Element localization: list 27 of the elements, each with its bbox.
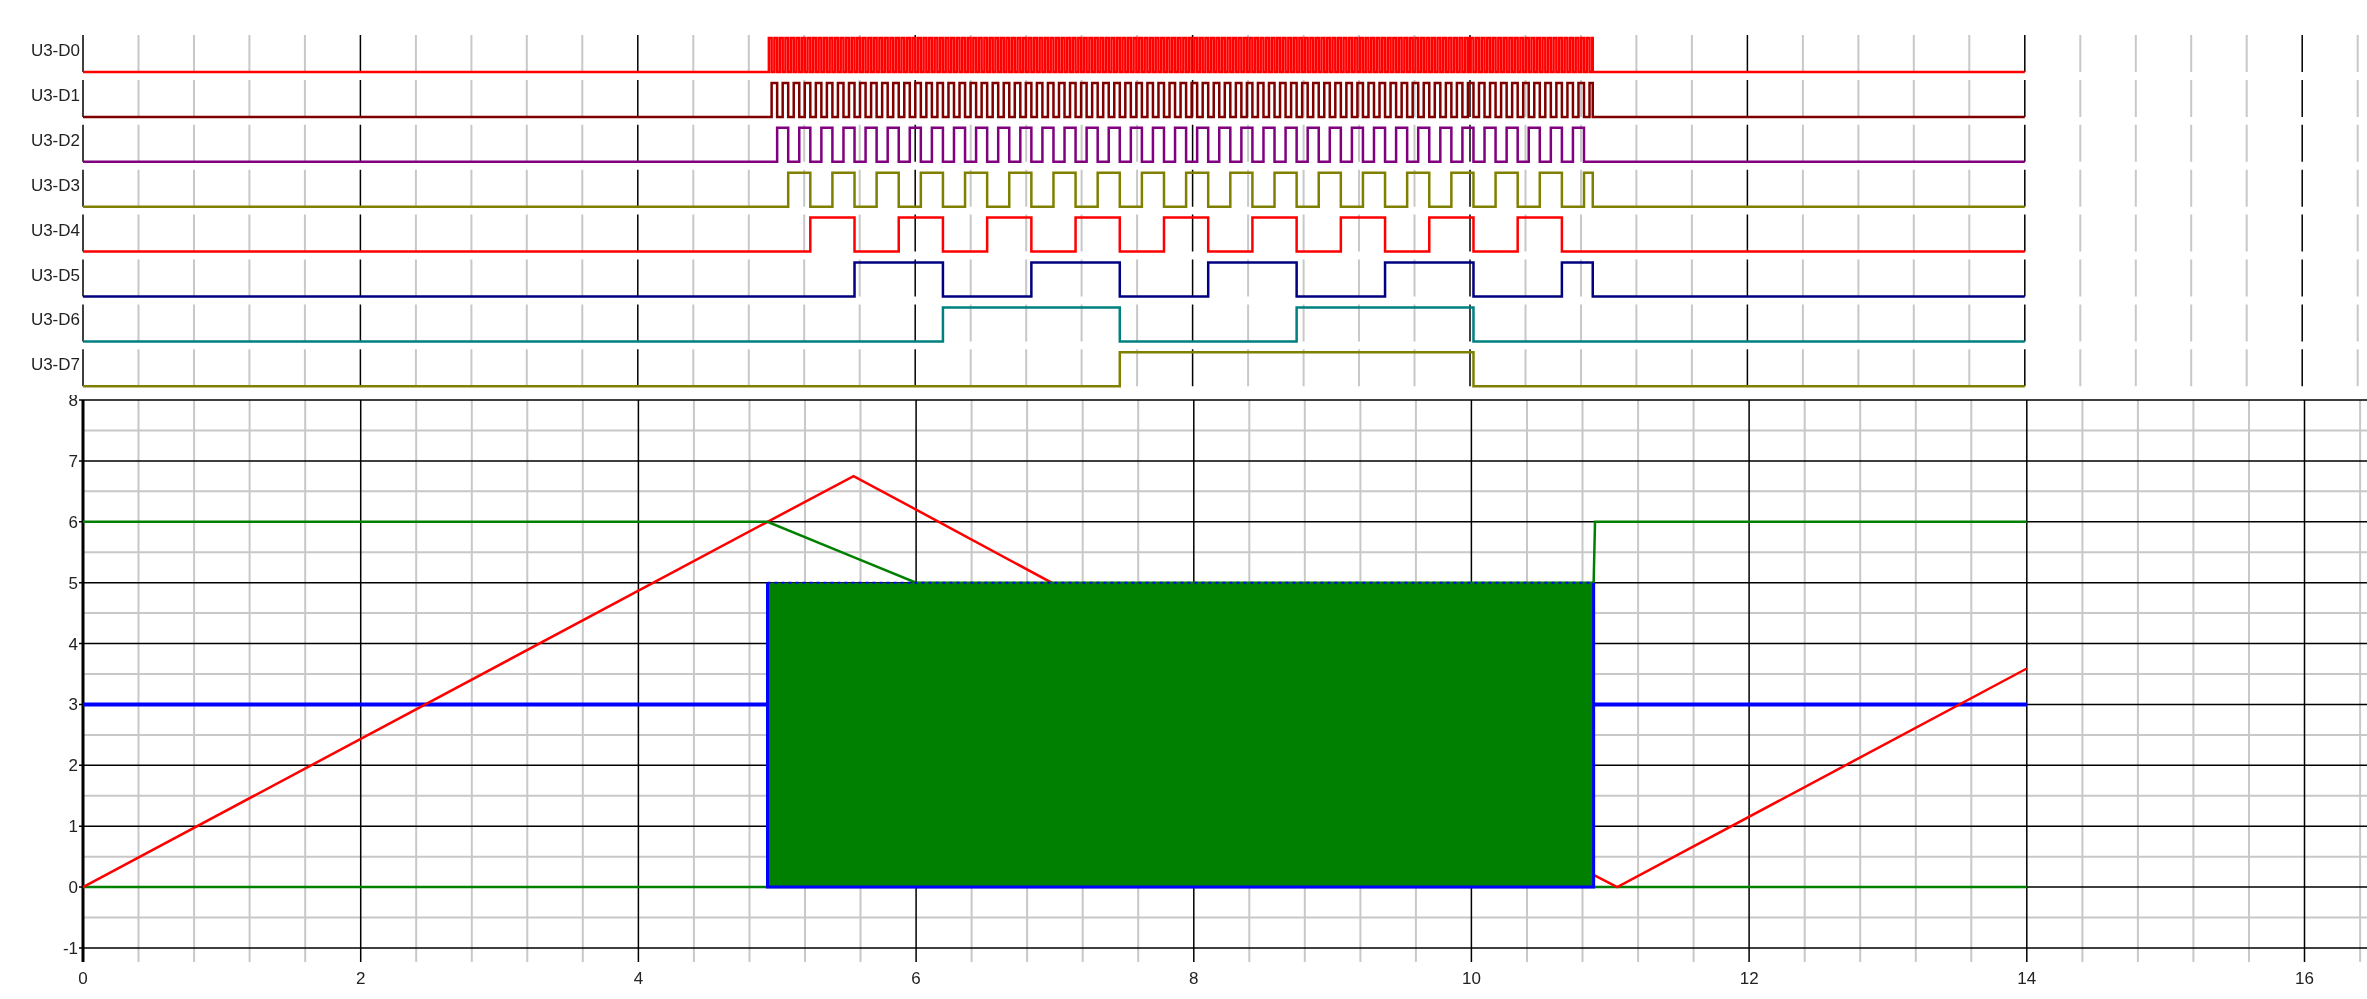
axis-tick-label: 0 bbox=[68, 878, 78, 898]
trace-label: U3-D3 bbox=[30, 175, 80, 195]
trace-label: U3-D0 bbox=[30, 41, 80, 60]
axis-tick-label: 16 bbox=[2295, 969, 2314, 988]
axis-tick-label: 2 bbox=[355, 969, 366, 988]
axis-tick-label: 2 bbox=[68, 756, 78, 776]
axis-tick-label: 8 bbox=[1189, 969, 1199, 988]
axis-tick-label: 5 bbox=[68, 573, 78, 593]
axis-tick-label: 12 bbox=[1739, 969, 1759, 988]
axis-tick-label: 1 bbox=[68, 817, 78, 837]
axis-tick-label: 4 bbox=[633, 969, 644, 988]
trace-label: U3-D4 bbox=[30, 220, 80, 240]
trace-label: U3-D6 bbox=[30, 310, 80, 330]
trace-label: U3-D1 bbox=[30, 85, 80, 105]
axis-tick-label: 8 bbox=[68, 395, 78, 410]
axis-tick-label: -1 bbox=[62, 939, 78, 958]
axis-tick-label: 3 bbox=[68, 695, 78, 715]
axis-tick-label: 14 bbox=[2017, 969, 2037, 988]
trace-label: U3-D7 bbox=[30, 355, 80, 375]
axis-tick-label: 10 bbox=[1462, 969, 1481, 988]
axis-tick-label: 0 bbox=[78, 969, 88, 988]
axis-tick-label: 6 bbox=[911, 969, 921, 988]
axis-tick-label: 4 bbox=[68, 634, 78, 654]
trace-label: U3-D2 bbox=[30, 130, 80, 150]
axis-tick-label: 6 bbox=[68, 512, 78, 532]
trace-label: U3-D5 bbox=[30, 265, 80, 285]
axis-tick-label: 7 bbox=[68, 451, 78, 471]
